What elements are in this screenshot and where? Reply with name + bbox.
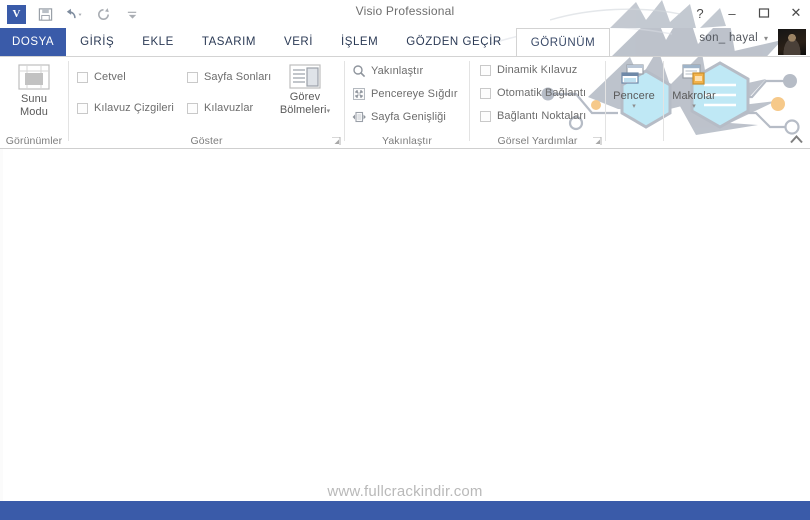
- checkbox-sayfa-sonlari[interactable]: Sayfa Sonları: [187, 71, 271, 83]
- window-arrange-icon: [621, 64, 644, 84]
- checkbox-label: Otomatik Bağlantı: [497, 87, 587, 99]
- task-panes-label-line1: Görev: [289, 91, 321, 103]
- chevron-down-icon: ▾: [326, 108, 331, 115]
- tab-dosya[interactable]: DOSYA: [0, 28, 67, 56]
- checkbox-label: Cetvel: [94, 71, 126, 83]
- zoom-label: Yakınlaştır: [371, 65, 424, 77]
- status-bar: [0, 501, 810, 520]
- tab-list: DOSYA GİRİŞ EKLE TASARIM VERİ İŞLEM GÖZD…: [0, 28, 611, 56]
- checkbox-box: [77, 102, 88, 114]
- window-controls: ? – ✕: [692, 2, 804, 24]
- checkbox-label: Bağlantı Noktaları: [497, 110, 587, 122]
- account-name: son_ hayal: [699, 32, 758, 44]
- group-label-views: Görünümler: [5, 135, 63, 147]
- group-label-show: Göster: [190, 135, 223, 147]
- window-title: Visio Professional: [355, 4, 455, 18]
- tab-veri[interactable]: VERİ: [270, 28, 327, 56]
- tab-giris[interactable]: GİRİŞ: [66, 28, 128, 56]
- fit-window-icon: [352, 87, 366, 101]
- checkbox-box: [187, 102, 198, 114]
- drawing-canvas[interactable]: www.fullcrackindir.com: [0, 149, 810, 501]
- checkbox-label: Kılavuz Çizgileri: [94, 102, 174, 114]
- checkbox-box: [77, 71, 88, 83]
- help-button[interactable]: ?: [692, 5, 708, 21]
- checkbox-dinamik-kilavuz[interactable]: Dinamik Kılavuz: [480, 64, 577, 76]
- fit-window-button[interactable]: Pencereye Sığdır: [352, 87, 458, 101]
- macros-button[interactable]: Makrolar ▾: [663, 62, 725, 110]
- ribbon-group-visual-aids: Dinamik Kılavuz Otomatik Bağlantı Bağlan…: [470, 57, 605, 148]
- task-panes-icon: [289, 64, 321, 89]
- checkbox-baglanti-noktalari[interactable]: Bağlantı Noktaları: [480, 110, 586, 122]
- presentation-mode-icon: [18, 64, 50, 90]
- ribbon-group-views: Sunu Modu Görünümler: [0, 57, 68, 148]
- page-width-label: Sayfa Genişliği: [371, 111, 446, 123]
- minimize-button[interactable]: –: [724, 5, 740, 21]
- ribbon-group-window: Pencere ▾: [603, 57, 665, 148]
- ribbon-group-show: Cetvel Kılavuz Çizgileri Sayfa Sonları K…: [69, 57, 344, 148]
- tab-ekle[interactable]: EKLE: [128, 28, 188, 56]
- magnifier-icon: [352, 64, 366, 78]
- ribbon: Sunu Modu Görünümler Cetvel Kılavuz Çizg…: [0, 56, 810, 149]
- group-label-zoom: Yakınlaştır: [382, 135, 432, 147]
- checkbox-label: Kılavuzlar: [204, 102, 254, 114]
- fit-window-label: Pencereye Sığdır: [371, 88, 458, 100]
- checkbox-kilavuzlar[interactable]: Kılavuzlar: [187, 102, 253, 114]
- checkbox-box: [480, 87, 491, 99]
- presentation-mode-button[interactable]: Sunu Modu: [3, 63, 65, 119]
- checkbox-kilavuz-cizgileri[interactable]: Kılavuz Çizgileri: [77, 102, 174, 114]
- tab-gorunum[interactable]: GÖRÜNÜM: [515, 28, 611, 56]
- ribbon-tab-strip: DOSYA GİRİŞ EKLE TASARIM VERİ İŞLEM GÖZD…: [0, 28, 810, 56]
- collapse-ribbon-button[interactable]: [788, 132, 804, 146]
- window-button[interactable]: Pencere ▾: [603, 62, 665, 110]
- title-bar: V Visio Professional ? – ✕: [0, 0, 810, 28]
- task-panes-button[interactable]: Görev Bölmeleri▾: [274, 63, 336, 118]
- checkbox-otomatik-baglanti[interactable]: Otomatik Bağlantı: [480, 87, 586, 99]
- chevron-down-icon: ▾: [692, 103, 696, 110]
- tab-tasarim[interactable]: TASARIM: [188, 28, 270, 56]
- account-menu[interactable]: son_ hayal ▾: [699, 32, 768, 44]
- visual-aids-dialog-launcher[interactable]: [591, 135, 602, 146]
- zoom-button[interactable]: Yakınlaştır: [352, 64, 423, 78]
- chevron-down-icon: ▾: [763, 33, 768, 43]
- chevron-up-icon: [789, 134, 803, 143]
- checkbox-box: [480, 110, 491, 122]
- macros-icon: [682, 64, 705, 85]
- group-label-visual-aids: Görsel Yardımlar: [497, 135, 578, 147]
- ribbon-group-macros: Makrolar ▾: [663, 57, 725, 148]
- task-panes-label-line2: Bölmeleri▾: [279, 104, 331, 116]
- page-width-icon: [352, 110, 366, 124]
- close-button[interactable]: ✕: [788, 5, 804, 21]
- checkbox-box: [480, 64, 491, 76]
- watermark-text: www.fullcrackindir.com: [327, 483, 483, 500]
- presentation-mode-label-line2: Modu: [20, 106, 48, 118]
- visio-window: V Visio Professional ? – ✕ DOSYA GİRİŞ E…: [0, 0, 810, 520]
- canvas-left-edge: [0, 149, 3, 501]
- chevron-down-icon: ▾: [632, 103, 636, 110]
- ribbon-group-zoom: Yakınlaştır Pencereye Sığdır Sayfa Geniş…: [345, 57, 469, 148]
- restore-button[interactable]: [756, 5, 772, 21]
- presentation-mode-label-line1: Sunu: [20, 93, 48, 105]
- checkbox-label: Dinamik Kılavuz: [497, 64, 578, 76]
- tab-gozden-gecir[interactable]: GÖZDEN GEÇİR: [392, 28, 515, 56]
- checkbox-cetvel[interactable]: Cetvel: [77, 71, 126, 83]
- show-dialog-launcher[interactable]: [330, 135, 341, 146]
- checkbox-label: Sayfa Sonları: [204, 71, 272, 83]
- page-width-button[interactable]: Sayfa Genişliği: [352, 110, 446, 124]
- tab-islem[interactable]: İŞLEM: [327, 28, 392, 56]
- avatar[interactable]: [778, 29, 806, 55]
- checkbox-box: [187, 71, 198, 83]
